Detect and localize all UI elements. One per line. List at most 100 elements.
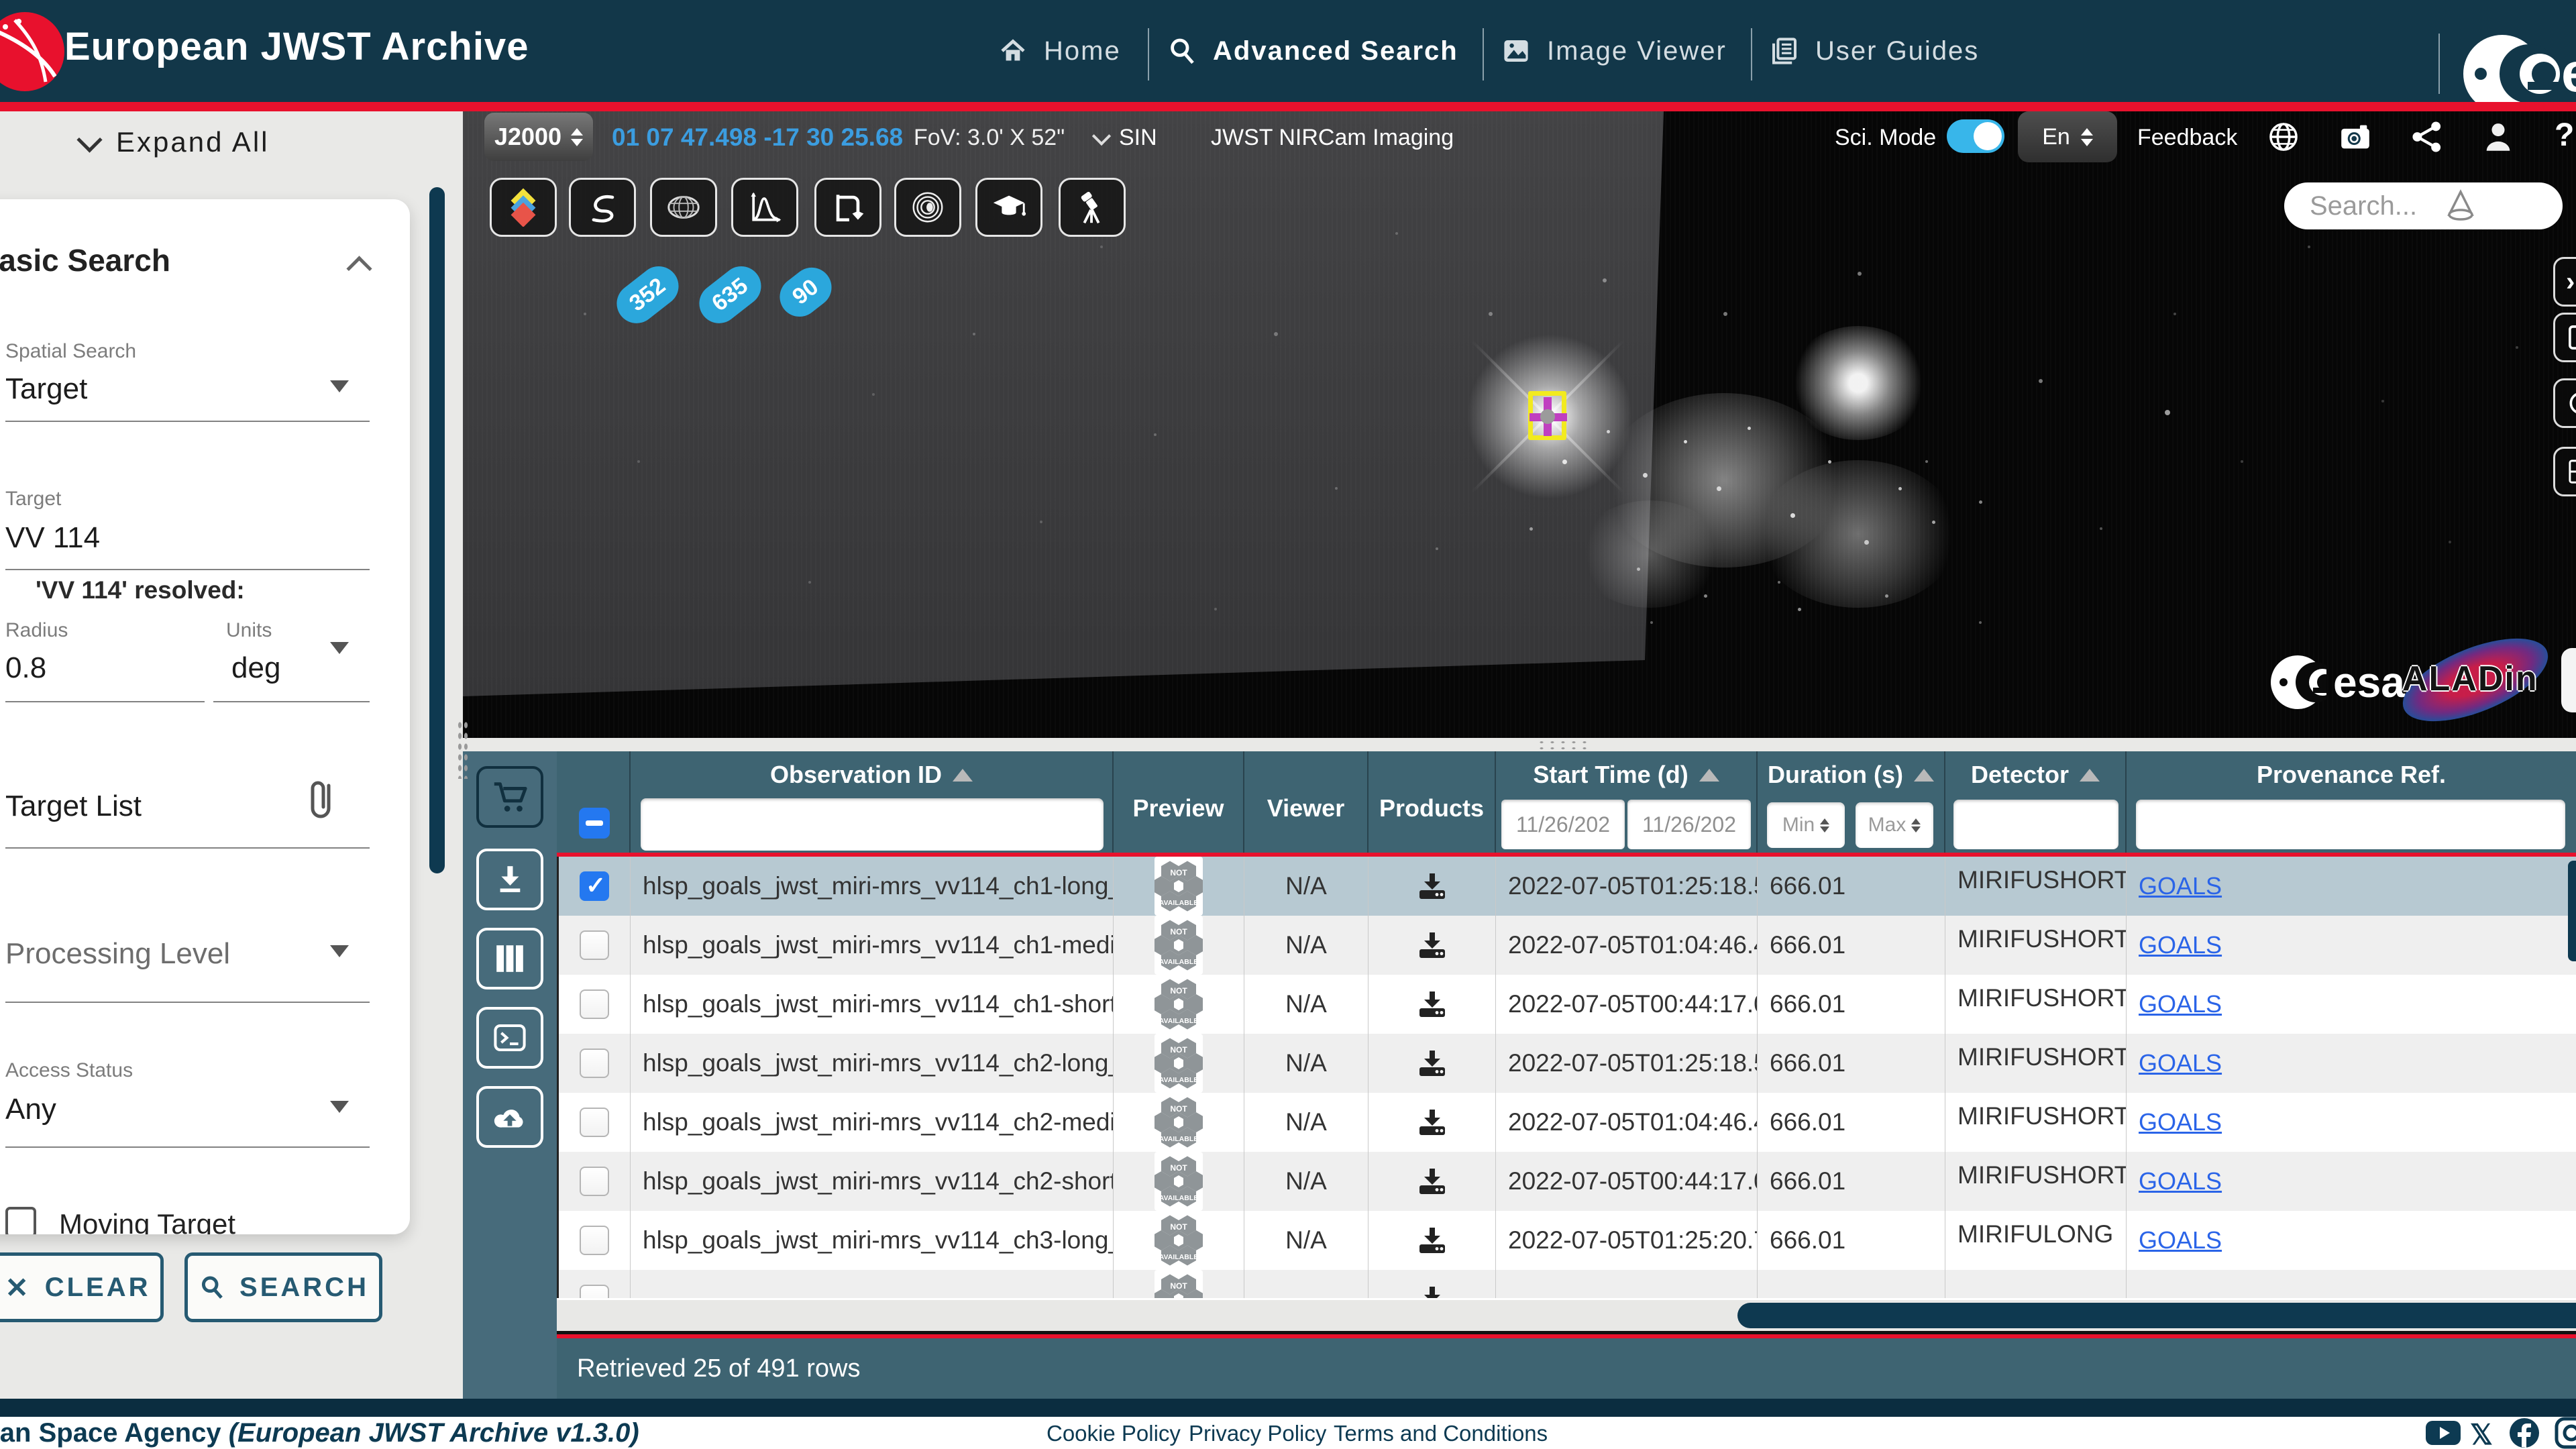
instagram-icon[interactable] bbox=[2555, 1417, 2576, 1449]
sort-asc-icon[interactable] bbox=[1699, 769, 1719, 782]
paperclip-icon[interactable] bbox=[303, 777, 339, 826]
grid-tool-button[interactable] bbox=[2553, 447, 2576, 496]
frame-selector[interactable]: J2000 bbox=[484, 113, 593, 161]
start-date-from-input[interactable]: 11/26/202 bbox=[1501, 800, 1625, 849]
nav-item-user-guides[interactable]: User Guides bbox=[1768, 0, 1979, 102]
row-checkbox[interactable] bbox=[580, 989, 609, 1019]
table-row[interactable]: hlsp_goals_jwst_miri-mrs_vv114_ch1-short… bbox=[559, 975, 2576, 1034]
privacy-policy-link[interactable]: Privacy Policy bbox=[1189, 1421, 1326, 1446]
col-observation-id[interactable]: Observation ID bbox=[631, 751, 1114, 853]
spatial-search-select[interactable]: Target bbox=[5, 372, 87, 406]
products-cell[interactable] bbox=[1368, 975, 1496, 1034]
clipped-control-button[interactable] bbox=[2561, 648, 2576, 712]
horizontal-scrollbar-thumb[interactable] bbox=[1737, 1303, 2576, 1328]
preview-cell[interactable]: NOT AVAILABLE bbox=[1114, 916, 1244, 975]
select-all-checkbox[interactable] bbox=[579, 808, 610, 839]
preview-cell[interactable]: NOT AVAILABLE bbox=[1114, 1152, 1244, 1211]
table-row[interactable]: hlsp_goals_jwst_miri-mrs_vv114_ch2-mediu… bbox=[559, 1093, 2576, 1152]
target-list-field[interactable]: Target List bbox=[5, 790, 142, 823]
clear-button[interactable]: ✕ CLEAR bbox=[0, 1252, 164, 1322]
row-checkbox[interactable] bbox=[580, 1285, 609, 1298]
observation-id-filter-input[interactable] bbox=[641, 798, 1104, 851]
simbad-galaxy-button[interactable] bbox=[569, 178, 636, 237]
row-checkbox[interactable] bbox=[580, 1049, 609, 1078]
youtube-icon[interactable] bbox=[2424, 1417, 2462, 1449]
globe-icon[interactable] bbox=[2266, 119, 2301, 154]
nav-item-home[interactable]: Home bbox=[997, 0, 1121, 102]
provenance-filter-input[interactable] bbox=[2136, 800, 2565, 849]
download-product-icon[interactable] bbox=[1417, 872, 1448, 900]
help-icon[interactable]: ? bbox=[2555, 117, 2574, 154]
preview-cell[interactable]: NOT AVAILABLE bbox=[1114, 857, 1244, 916]
projection-selector[interactable]: SIN bbox=[1119, 125, 1157, 151]
products-cell[interactable] bbox=[1368, 1034, 1496, 1093]
table-resize-handle[interactable] bbox=[1536, 739, 1589, 750]
expand-all-button[interactable]: Expand All bbox=[80, 126, 269, 158]
terms-link[interactable]: Terms and Conditions bbox=[1334, 1421, 1548, 1446]
panel-layout-button[interactable] bbox=[2553, 313, 2576, 362]
sci-mode-toggle[interactable] bbox=[1947, 119, 2004, 153]
nav-item-image-viewer[interactable]: Image Viewer bbox=[1500, 0, 1727, 102]
dropdown-arrow-icon[interactable] bbox=[330, 1101, 349, 1113]
dropdown-arrow-icon[interactable] bbox=[330, 945, 349, 957]
coverage-moc-button[interactable] bbox=[650, 178, 717, 237]
duration-max-input[interactable]: Max bbox=[1856, 802, 1933, 848]
products-cell[interactable] bbox=[1368, 857, 1496, 916]
download-product-icon[interactable] bbox=[1417, 1226, 1448, 1254]
provenance-link[interactable]: GOALS bbox=[2139, 931, 2222, 959]
processing-level-select[interactable]: Processing Level bbox=[5, 937, 230, 971]
table-row[interactable]: hlsp_goals_jwst_miri-mrs_vv114_ch1-long_… bbox=[559, 857, 2576, 916]
provenance-link[interactable]: GOALS bbox=[2139, 1108, 2222, 1136]
share-icon[interactable] bbox=[2410, 119, 2445, 154]
download-product-icon[interactable] bbox=[1417, 1167, 1448, 1195]
table-row[interactable]: hlsp_goals_jwst_miri-mrs_vv114_ch2-short… bbox=[559, 1152, 2576, 1211]
columns-button[interactable] bbox=[476, 928, 543, 989]
collapse-panel-right-button[interactable]: › bbox=[2553, 257, 2576, 307]
telescope-button[interactable] bbox=[1059, 178, 1126, 237]
terminal-button[interactable] bbox=[476, 1007, 543, 1069]
user-icon[interactable] bbox=[2481, 119, 2516, 154]
row-checkbox[interactable] bbox=[580, 871, 609, 901]
duration-min-input[interactable]: Min bbox=[1767, 802, 1845, 848]
collapse-panel-icon[interactable] bbox=[346, 256, 372, 281]
search-button[interactable]: SEARCH bbox=[184, 1252, 382, 1322]
cursor-coordinates[interactable]: 01 07 47.498 -17 30 25.68 bbox=[612, 123, 903, 152]
sidebar-resize-handle[interactable] bbox=[457, 720, 469, 779]
provenance-link[interactable]: GOALS bbox=[2139, 1049, 2222, 1077]
units-select[interactable]: deg bbox=[231, 651, 280, 685]
start-date-to-input[interactable]: 11/26/202 bbox=[1627, 800, 1751, 849]
cart-button[interactable] bbox=[476, 766, 543, 828]
dropdown-arrow-icon[interactable] bbox=[330, 380, 349, 392]
preview-cell[interactable]: NOT AVAILABLE bbox=[1114, 1093, 1244, 1152]
sidebar-scrollbar[interactable] bbox=[429, 187, 445, 873]
stack-layers-button[interactable] bbox=[490, 178, 557, 237]
col-duration[interactable]: Duration (s) Min Max bbox=[1758, 751, 1945, 853]
col-detector[interactable]: Detector bbox=[1945, 751, 2127, 853]
download-product-icon[interactable] bbox=[1417, 931, 1448, 959]
table-row[interactable]: hlsp_goals_jwst_miri-mrs_vv114_ch3-long_… bbox=[559, 1211, 2576, 1270]
concentric-circles-button[interactable] bbox=[894, 178, 961, 237]
vertical-scrollbar-thumb[interactable] bbox=[2568, 861, 2576, 961]
provenance-link[interactable]: GOALS bbox=[2139, 1167, 2222, 1195]
circle-tool-button[interactable] bbox=[2553, 378, 2576, 428]
cloud-upload-button[interactable] bbox=[476, 1086, 543, 1148]
dropdown-arrow-icon[interactable] bbox=[330, 642, 349, 654]
camera-icon[interactable] bbox=[2338, 119, 2373, 154]
moving-target-checkbox[interactable] bbox=[5, 1207, 36, 1234]
download-product-icon[interactable] bbox=[1417, 1108, 1448, 1136]
language-selector[interactable]: En bbox=[2018, 111, 2117, 162]
provenance-link[interactable]: GOALS bbox=[2139, 990, 2222, 1018]
x-twitter-icon[interactable]: 𝕏 bbox=[2470, 1418, 2508, 1449]
preview-cell[interactable]: NOT AVAILABLE bbox=[1114, 1211, 1244, 1270]
facebook-icon[interactable] bbox=[2508, 1417, 2545, 1449]
row-checkbox[interactable] bbox=[580, 1167, 609, 1196]
rotate-view-button[interactable] bbox=[814, 178, 881, 237]
sort-asc-icon[interactable] bbox=[953, 769, 973, 782]
table-row[interactable]: hlsp_goals_jwst_miri-mrs_vv114_ch1-mediu… bbox=[559, 916, 2576, 975]
products-cell[interactable] bbox=[1368, 916, 1496, 975]
products-cell[interactable] bbox=[1368, 1270, 1496, 1298]
col-start-time[interactable]: Start Time (d) 11/26/202 11/26/202 bbox=[1496, 751, 1758, 853]
row-checkbox[interactable] bbox=[580, 1226, 609, 1255]
radius-input[interactable]: 0.8 bbox=[5, 651, 46, 685]
row-checkbox[interactable] bbox=[580, 930, 609, 960]
